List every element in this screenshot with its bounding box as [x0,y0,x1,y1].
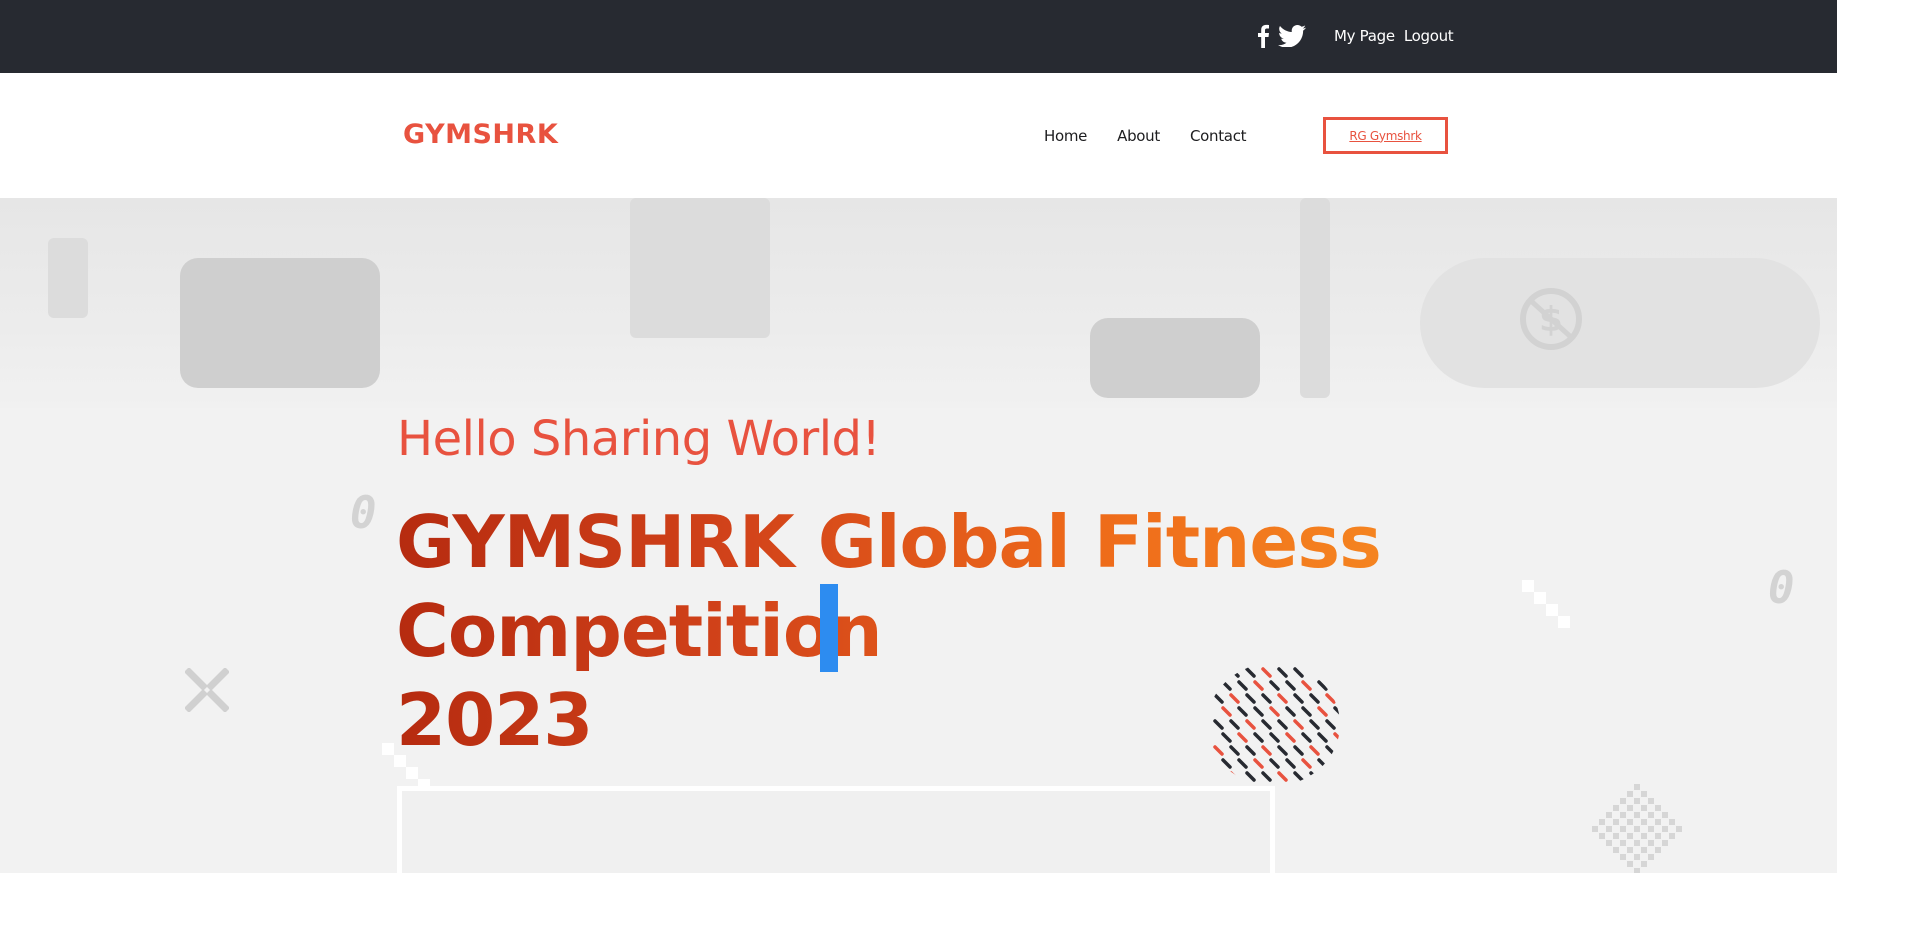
hero-title: GYMSHRK Global Fitness Competition 2023 [396,498,1381,765]
nav-about[interactable]: About [1117,127,1160,145]
social-links [1256,24,1306,48]
nav-home[interactable]: Home [1044,127,1087,145]
logout-link[interactable]: Logout [1404,27,1454,45]
facebook-icon[interactable] [1256,24,1270,48]
twitter-icon[interactable] [1278,25,1306,47]
pixel-steps-decoration [1522,580,1570,633]
hero-section: $ 0 0 Hello Sharing World! GYMSHRK Globa… [0,198,1837,873]
top-bar: My Page Logout [0,0,1837,73]
hero-title-line-3: 2023 [396,678,593,762]
rg-gymshrk-button[interactable]: RG Gymshrk [1323,117,1448,154]
nav-contact[interactable]: Contact [1190,127,1247,145]
diamond-pattern-decoration [1588,783,1686,873]
main-header: GYMSHRK Home About Contact RG Gymshrk [0,73,1837,198]
cross-arrows-decoration [184,663,230,725]
main-nav: Home About Contact [1044,127,1247,145]
hero-title-line-1: GYMSHRK Global Fitness [396,500,1381,584]
hero-greeting: Hello Sharing World! [397,411,881,467]
typing-caret [820,584,838,672]
account-links: My Page Logout [1334,27,1454,45]
zero-glyph-decoration: 0 [1768,563,1795,614]
my-page-link[interactable]: My Page [1334,27,1395,45]
no-dollar-icon: $ [1518,286,1584,357]
zero-glyph-decoration: 0 [350,488,377,539]
site-logo[interactable]: GYMSHRK [403,119,558,150]
hero-content-panel [397,786,1275,873]
hero-title-line-2: Competition [396,589,882,673]
